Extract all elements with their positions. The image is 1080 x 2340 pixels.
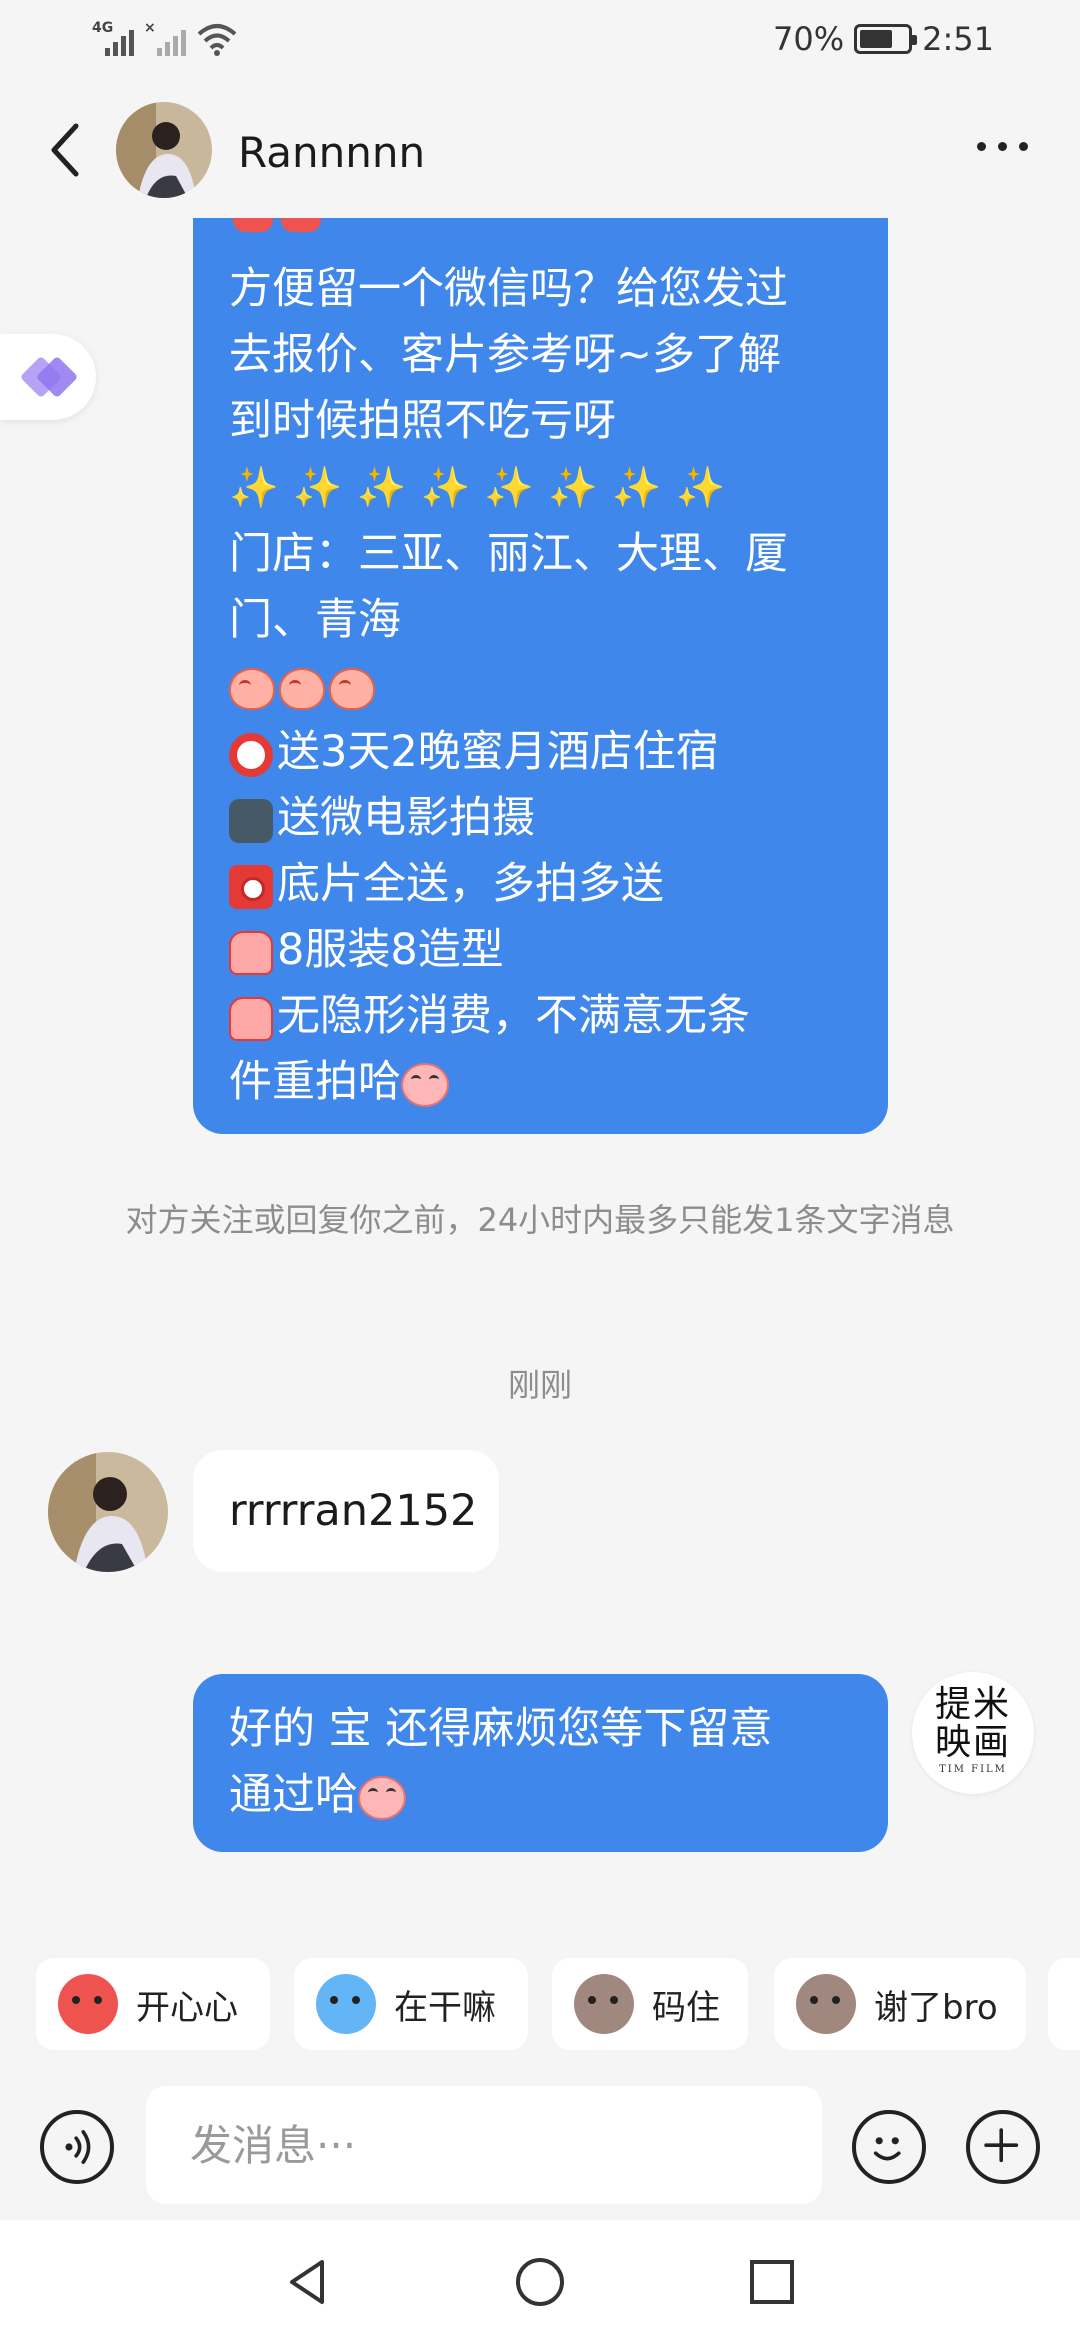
system-notice: 对方关注或回复你之前，24小时内最多只能发1条文字消息 [125, 1201, 955, 1239]
floating-widget[interactable] [0, 334, 96, 420]
signal-icon-2: × [144, 20, 186, 56]
contact-avatar[interactable] [116, 102, 212, 198]
quick-reply-chip[interactable]: 码住 [552, 1958, 748, 2050]
sparkle-icon: ✨ [356, 465, 407, 511]
contact-avatar[interactable] [48, 1452, 168, 1572]
quick-reply-bar: 开心心 在干嘛 码住 谢了bro [0, 1930, 1080, 2080]
message-input[interactable] [146, 2086, 822, 2204]
quick-reply-chip-partial[interactable] [1048, 1958, 1080, 2050]
message-text: 8服装8造型 [277, 925, 504, 975]
message-line: 件重拍哈 [229, 1049, 852, 1115]
thumbs-up-icon [229, 996, 273, 1041]
no-signal-mark: × [144, 20, 156, 36]
sparkle-icon: ✨ [675, 465, 726, 511]
message-line: 通过哈 [229, 1762, 852, 1828]
sparkles-line: ✨ ✨ ✨ ✨ ✨ ✨ ✨ ✨ [229, 454, 852, 521]
outgoing-message-bubble[interactable]: 好的 宝 还得麻烦您等下留意 通过哈 [193, 1674, 888, 1852]
my-avatar[interactable]: 提米 映画 TIM FILM [912, 1672, 1034, 1794]
clapperboard-icon [229, 798, 273, 843]
sparkle-icon: ✨ [420, 465, 471, 511]
message-line: 底片全送，多拍多送 [229, 851, 852, 917]
avatar-logo-text: 映画 [934, 1722, 1011, 1763]
monkey-sticker-icon [574, 1974, 634, 2034]
nav-home-icon[interactable] [514, 2256, 566, 2308]
smile-icon[interactable] [852, 2110, 926, 2184]
chat-header: Rannnnn [0, 84, 1080, 214]
system-nav-bar [0, 2220, 1080, 2340]
sparkle-icon: ✨ [484, 465, 535, 511]
message-text: 送3天2晚蜜月酒店住宿 [277, 727, 719, 777]
message-line: 去报价、客片参考呀~多了解 [229, 330, 782, 380]
more-dots-icon[interactable] [977, 142, 1028, 151]
voice-icon[interactable] [40, 2110, 114, 2184]
message-text: 无隐形消费，不满意无条 [277, 991, 750, 1041]
message-line: 好的 宝 还得麻烦您等下留意 [229, 1704, 773, 1754]
pig-face-icon [401, 1062, 449, 1107]
quick-reply-label: 开心心 [136, 1987, 238, 2028]
message-line: 无隐形消费，不满意无条 [229, 983, 852, 1049]
wifi-icon [197, 24, 237, 56]
signal-icon: 4G [92, 20, 134, 56]
message-text: 送微电影拍摄 [277, 793, 535, 843]
sparkle-icon: ✨ [229, 465, 279, 511]
peach-icon [229, 667, 275, 710]
peach-icon [329, 667, 375, 710]
battery-icon [854, 24, 918, 54]
message-line: 门、青海 [229, 595, 401, 645]
battery-percent: 70% [773, 20, 845, 58]
quick-reply-chip[interactable]: 谢了bro [774, 1958, 1026, 2050]
pin-icon [229, 732, 273, 777]
peach-line [229, 653, 852, 719]
avatar-logo-text: 提米 [934, 1684, 1011, 1725]
sparkle-icon: ✨ [611, 465, 662, 511]
plus-icon[interactable] [966, 2110, 1040, 2184]
emoji-strip [233, 218, 321, 232]
sparkle-icon: ✨ [548, 465, 598, 511]
peach-icon [279, 667, 325, 710]
contact-name: Rannnnn [238, 128, 426, 177]
quick-reply-chip[interactable]: 在干嘛 [294, 1958, 528, 2050]
camera-icon [229, 864, 273, 909]
message-text: 底片全送，多拍多送 [277, 859, 664, 909]
status-bar: 4G × 70% 2:51 [0, 0, 1080, 84]
avatar-logo-subtext: TIM FILM [939, 1764, 1007, 1775]
nav-back-icon[interactable] [282, 2256, 334, 2308]
message-line: 方便留一个微信吗？给您发过 [229, 264, 788, 314]
status-right: 70% 2:51 [773, 20, 994, 58]
timestamp: 刚刚 [507, 1366, 572, 1404]
message-line: 送微电影拍摄 [229, 785, 852, 851]
clock: 2:51 [922, 20, 994, 58]
pig-face-icon [358, 1775, 406, 1820]
quick-reply-label: 谢了bro [874, 1987, 998, 2028]
thumbs-up-icon [229, 930, 273, 975]
message-line: 送3天2晚蜜月酒店住宿 [229, 719, 852, 785]
quick-reply-chip[interactable]: 开心心 [36, 1958, 270, 2050]
quick-reply-label: 在干嘛 [394, 1987, 496, 2028]
outgoing-message-bubble[interactable]: 方便留一个微信吗？给您发过 去报价、客片参考呀~多了解 到时候拍照不吃亏呀 ✨ ✨… [193, 218, 888, 1134]
monkey-thanks-sticker-icon [796, 1974, 856, 2034]
sparkle-icon: ✨ [292, 465, 343, 511]
quick-reply-label: 码住 [652, 1987, 720, 2028]
message-line: 8服装8造型 [229, 917, 852, 983]
message-line: 门店：三亚、丽江、大理、厦 [229, 529, 788, 579]
nav-recents-icon[interactable] [746, 2256, 798, 2308]
signal-group: 4G × [92, 20, 238, 56]
incoming-message-bubble[interactable]: rrrrran2152 [193, 1450, 499, 1572]
message-text: 件重拍哈 [229, 1057, 401, 1107]
message-line: 到时候拍照不吃亏呀 [229, 396, 616, 446]
chevron-left-icon[interactable] [44, 120, 88, 180]
magnifier-sticker-icon [316, 1974, 376, 2034]
input-bar [0, 2080, 1080, 2220]
message-text: 通过哈 [229, 1770, 358, 1820]
happy-sticker-icon [58, 1974, 118, 2034]
